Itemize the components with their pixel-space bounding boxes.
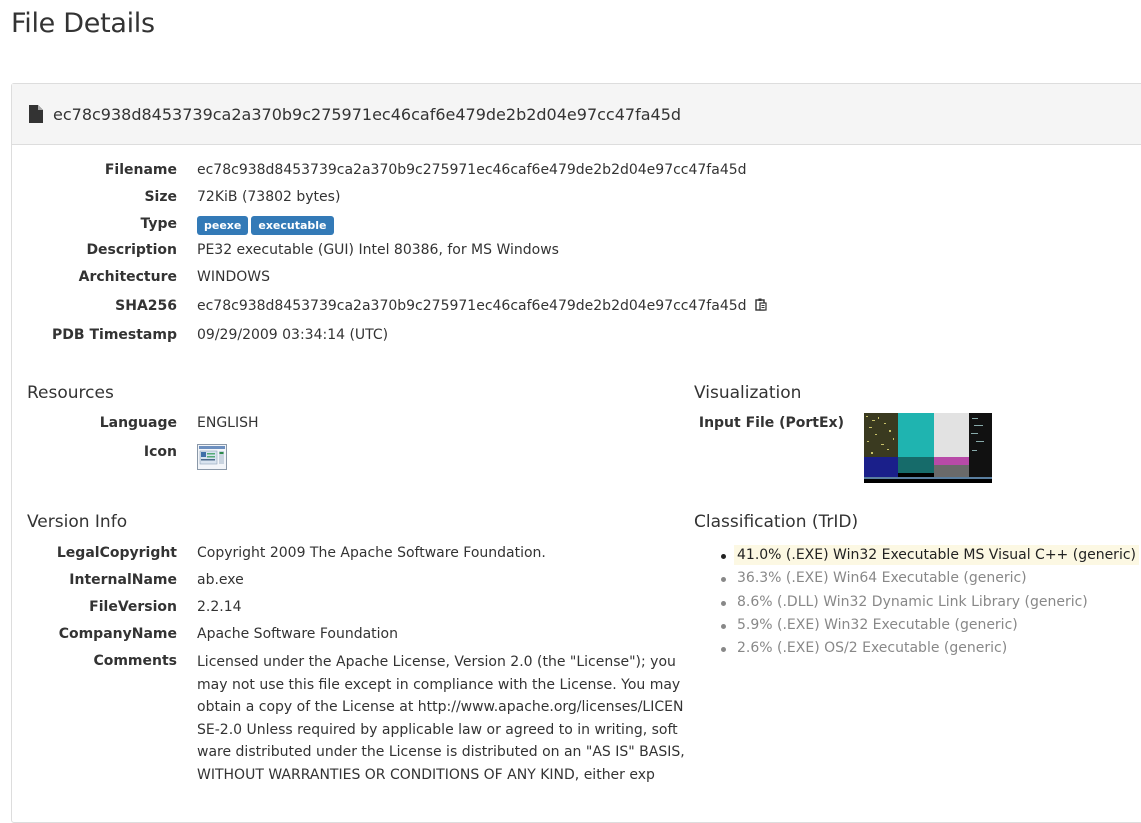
architecture-label: Architecture bbox=[78, 269, 177, 285]
comments-line: may not use this file except in complian… bbox=[197, 676, 681, 693]
size-label: Size bbox=[144, 189, 177, 205]
internal-name-value: ab.exe bbox=[197, 572, 244, 588]
description-label: Description bbox=[86, 242, 177, 258]
type-label: Type bbox=[140, 216, 177, 232]
trid-item: 2.6% (.EXE) OS/2 Executable (generic) bbox=[719, 637, 1139, 660]
file-hash-heading: ec78c938d8453739ca2a370b9c275971ec46caf6… bbox=[53, 104, 682, 124]
sha256-label: SHA256 bbox=[115, 298, 177, 314]
company-name-value: Apache Software Foundation bbox=[197, 626, 398, 642]
version-info-section-title: Version Info bbox=[27, 512, 128, 532]
icon-label: Icon bbox=[143, 444, 177, 460]
filename-label: Filename bbox=[104, 162, 177, 178]
company-name-label: CompanyName bbox=[58, 626, 177, 642]
comments-label: Comments bbox=[93, 653, 177, 669]
sha256-value: ec78c938d8453739ca2a370b9c275971ec46caf6… bbox=[197, 298, 747, 314]
type-badge-executable[interactable]: executable bbox=[251, 216, 334, 235]
architecture-value: WINDOWS bbox=[197, 269, 270, 285]
resources-section-title: Resources bbox=[27, 383, 114, 403]
description-value: PE32 executable (GUI) Intel 80386, for M… bbox=[197, 242, 559, 258]
filename-value: ec78c938d8453739ca2a370b9c275971ec46caf6… bbox=[197, 162, 747, 178]
comments-line: ware distributed under the License is di… bbox=[197, 744, 685, 761]
input-file-label: Input File (PortEx) bbox=[698, 415, 844, 431]
application-window-icon bbox=[197, 444, 227, 470]
file-version-value: 2.2.14 bbox=[197, 599, 242, 615]
type-badge-peexe[interactable]: peexe bbox=[197, 216, 249, 235]
pdb-timestamp-label: PDB Timestamp bbox=[52, 327, 177, 343]
trid-item: 8.6% (.DLL) Win32 Dynamic Link Library (… bbox=[719, 591, 1139, 614]
comments-line: Licensed under the Apache License, Versi… bbox=[197, 654, 676, 670]
pdb-timestamp-value: 09/29/2009 03:34:14 (UTC) bbox=[197, 327, 389, 343]
trid-item: 41.0% (.EXE) Win32 Executable MS Visual … bbox=[719, 544, 1139, 567]
legal-copyright-label: LegalCopyright bbox=[56, 545, 177, 561]
internal-name-label: InternalName bbox=[69, 572, 177, 588]
visualization-section-title: Visualization bbox=[694, 383, 802, 403]
type-badges: peexe executable bbox=[197, 216, 337, 235]
clipboard-copy-icon[interactable] bbox=[754, 298, 767, 311]
panel-heading: ec78c938d8453739ca2a370b9c275971ec46caf6… bbox=[12, 84, 1141, 145]
language-label: Language bbox=[99, 415, 177, 431]
size-value: 72KiB (73802 bytes) bbox=[197, 189, 341, 205]
language-value: ENGLISH bbox=[197, 415, 259, 431]
file-version-label: FileVersion bbox=[89, 599, 177, 615]
trid-classification-list: 41.0% (.EXE) Win32 Executable MS Visual … bbox=[719, 544, 1139, 660]
legal-copyright-value: Copyright 2009 The Apache Software Found… bbox=[197, 545, 546, 561]
portex-visualization-image[interactable] bbox=[864, 413, 992, 483]
file-icon bbox=[29, 105, 43, 123]
comments-line: SE-2.0 Unless required by applicable law… bbox=[197, 721, 678, 738]
trid-item: 36.3% (.EXE) Win64 Executable (generic) bbox=[719, 567, 1139, 590]
page-title: File Details bbox=[11, 8, 155, 39]
sha256-row: ec78c938d8453739ca2a370b9c275971ec46caf6… bbox=[197, 298, 767, 314]
comments-line: obtain a copy of the License at http://w… bbox=[197, 699, 684, 716]
classification-section-title: Classification (TrID) bbox=[694, 512, 859, 532]
trid-item-text: 41.0% (.EXE) Win32 Executable MS Visual … bbox=[734, 545, 1139, 565]
comments-line: WITHOUT WARRANTIES OR CONDITIONS OF ANY … bbox=[197, 766, 655, 783]
comments-value: Licensed under the Apache License, Versi… bbox=[197, 651, 685, 787]
trid-item: 5.9% (.EXE) Win32 Executable (generic) bbox=[719, 614, 1139, 637]
